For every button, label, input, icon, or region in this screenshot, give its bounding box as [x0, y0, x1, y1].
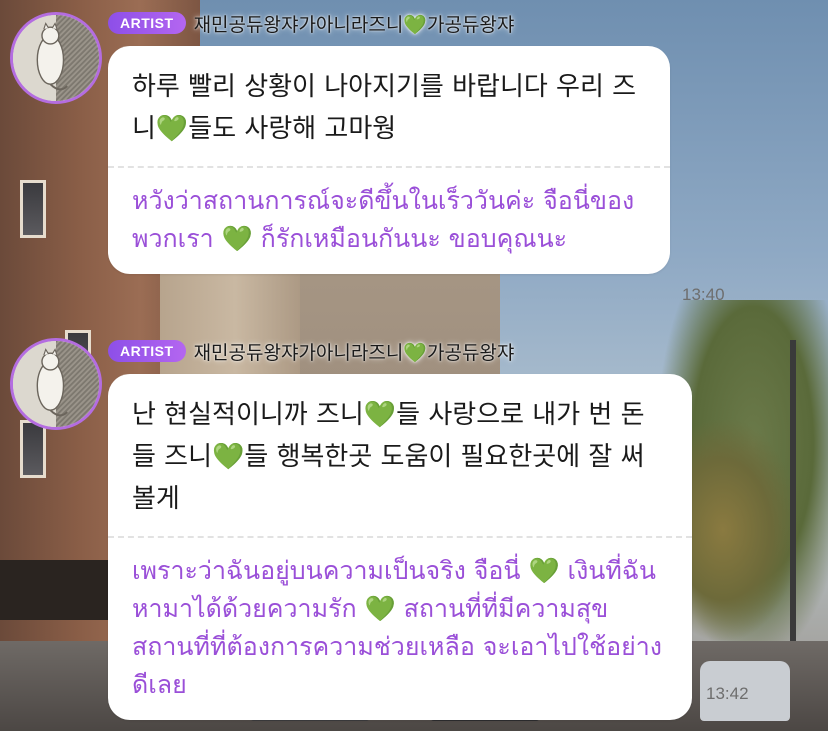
- sender-name[interactable]: 재민공듀왕쟈가아니라즈니💚가공듀왕쟈: [194, 10, 515, 37]
- sender-header: ARTIST 재민공듀왕쟈가아니라즈니💚가공듀왕쟈: [108, 10, 514, 36]
- message-bubble[interactable]: 난 현실적이니까 즈니💚들 사랑으로 내가 번 돈들 즈니💚들 행복한곳 도움이…: [108, 374, 692, 720]
- message-translation-text: เพราะว่าฉันอยู่บนความเป็นจริง จือนี่ 💚 เ…: [132, 556, 662, 699]
- message-bubble[interactable]: 하루 빨리 상황이 나아지기를 바랍니다 우리 즈니💚들도 사랑해 고마웡 หว…: [108, 46, 670, 274]
- message-timestamp: 13:40: [682, 285, 725, 304]
- message-translation-text: หวังว่าสถานการณ์จะดีขึ้นในเร็ววันค่ะ จือ…: [132, 186, 635, 253]
- sender-name[interactable]: 재민공듀왕쟈가아니라즈니💚가공듀왕쟈: [194, 338, 515, 365]
- message-original-text: 하루 빨리 상황이 나아지기를 바랍니다 우리 즈니💚들도 사랑해 고마웡: [132, 72, 637, 144]
- artist-avatar-image: [13, 15, 99, 101]
- artist-avatar[interactable]: [10, 12, 102, 104]
- artist-avatar-image: [13, 341, 99, 427]
- artist-badge: ARTIST: [108, 340, 186, 362]
- artist-avatar[interactable]: [10, 338, 102, 430]
- message-timestamp: 13:42: [706, 684, 749, 703]
- artist-badge: ARTIST: [108, 12, 186, 34]
- sender-header: ARTIST 재민공듀왕쟈가아니라즈니💚가공듀왕쟈: [108, 338, 514, 364]
- message-original-text: 난 현실적이니까 즈니💚들 사랑으로 내가 번 돈들 즈니💚들 행복한곳 도움이…: [132, 400, 645, 514]
